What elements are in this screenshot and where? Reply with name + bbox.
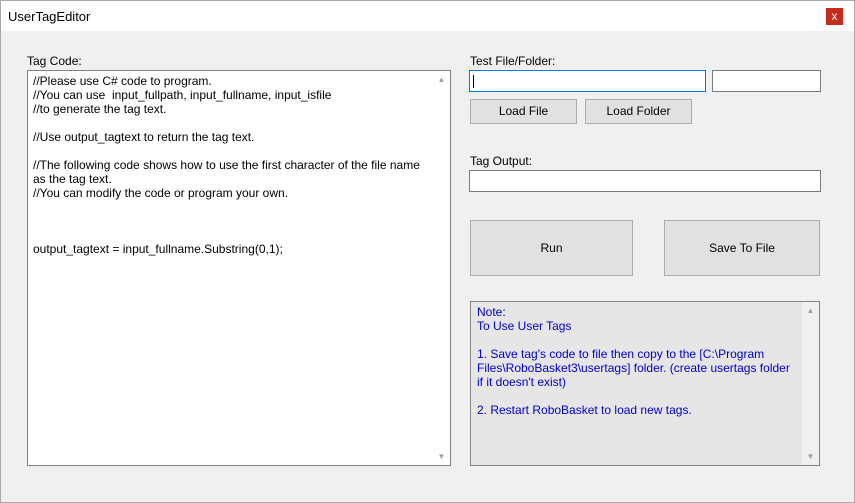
scroll-up-arrow-icon[interactable]: ▲: [433, 71, 450, 88]
tag-code-label: Tag Code:: [27, 54, 82, 68]
tag-code-editor[interactable]: //Please use C# code to program. //You c…: [27, 70, 451, 466]
test-result-input[interactable]: [712, 70, 821, 92]
tag-code-scrollbar[interactable]: ▲ ▼: [433, 71, 450, 465]
title-bar[interactable]: UserTagEditor x: [1, 1, 854, 31]
tag-output-label: Tag Output:: [470, 154, 533, 168]
tag-code-text[interactable]: //Please use C# code to program. //You c…: [33, 74, 430, 256]
note-scrollbar[interactable]: ▲ ▼: [802, 302, 819, 465]
user-tag-editor-window: UserTagEditor x Tag Code: //Please use C…: [0, 0, 855, 503]
text-caret: [473, 75, 474, 88]
scroll-down-arrow-icon[interactable]: ▼: [433, 448, 450, 465]
close-button[interactable]: x: [826, 8, 843, 25]
window-title: UserTagEditor: [8, 9, 91, 24]
note-text: Note: To Use User Tags 1. Save tag's cod…: [477, 305, 790, 417]
test-file-folder-label: Test File/Folder:: [470, 54, 556, 68]
scroll-down-arrow-icon[interactable]: ▼: [802, 448, 819, 465]
note-box[interactable]: Note: To Use User Tags 1. Save tag's cod…: [470, 301, 820, 466]
load-folder-button[interactable]: Load Folder: [585, 99, 692, 124]
save-to-file-button[interactable]: Save To File: [664, 220, 820, 276]
test-path-input[interactable]: [469, 70, 706, 92]
close-icon: x: [831, 9, 838, 23]
run-button[interactable]: Run: [470, 220, 633, 276]
scroll-up-arrow-icon[interactable]: ▲: [802, 302, 819, 319]
tag-output-field[interactable]: [469, 170, 821, 192]
load-file-button[interactable]: Load File: [470, 99, 577, 124]
